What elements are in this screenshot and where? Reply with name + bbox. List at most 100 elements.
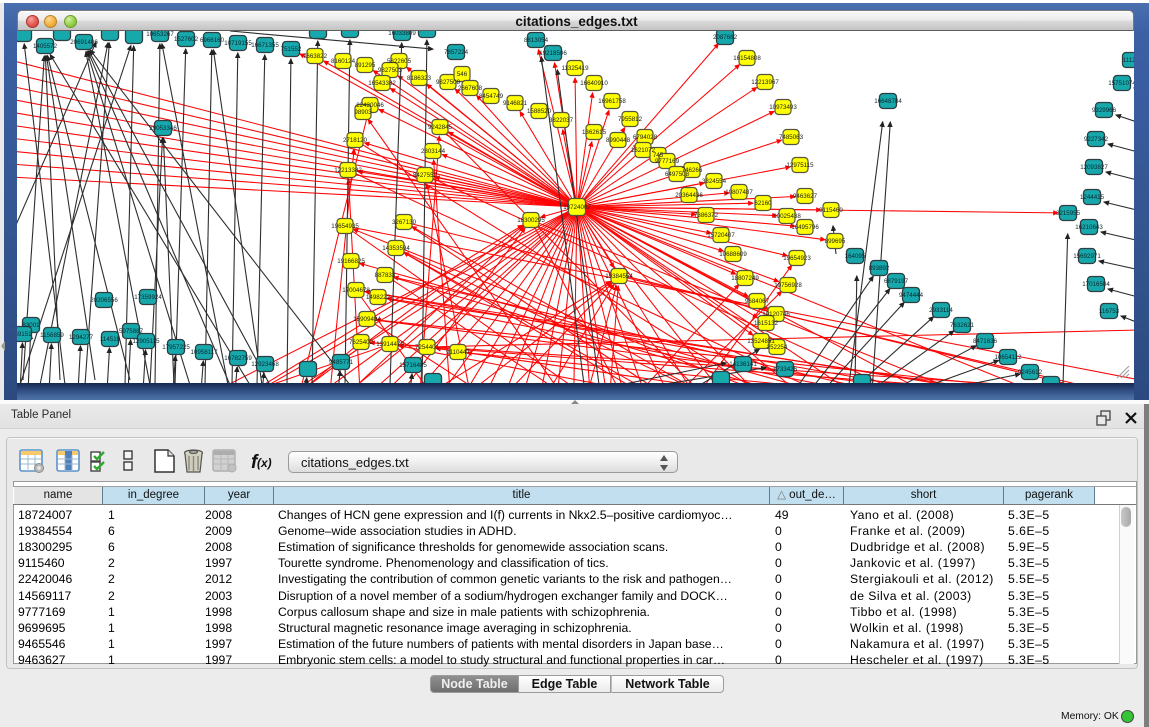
- svg-text:1733426: 1733426: [773, 366, 798, 373]
- svg-text:9115460: 9115460: [819, 207, 843, 214]
- svg-text:10025438: 10025438: [773, 213, 801, 220]
- svg-text:893892: 893892: [869, 265, 890, 272]
- svg-text:12093827: 12093827: [1080, 164, 1108, 171]
- svg-text:114519: 114519: [100, 336, 121, 343]
- svg-text:19654935: 19654935: [331, 223, 359, 230]
- svg-text:20691406: 20691406: [70, 39, 98, 46]
- svg-text:6794028: 6794028: [633, 134, 658, 141]
- svg-text:19166825: 19166825: [337, 258, 365, 265]
- svg-text:15692971: 15692971: [1073, 253, 1101, 260]
- svg-text:12213382: 12213382: [334, 167, 362, 174]
- svg-text:12213967: 12213967: [751, 79, 779, 86]
- svg-text:18724007: 18724007: [563, 204, 591, 211]
- svg-text:2803144: 2803144: [421, 148, 446, 155]
- svg-text:9110447: 9110447: [446, 349, 470, 356]
- svg-text:15716485: 15716485: [399, 362, 427, 369]
- svg-text:12975115: 12975115: [786, 162, 814, 169]
- svg-text:16033809: 16033809: [388, 31, 416, 37]
- svg-text:10719155: 10719155: [224, 40, 252, 47]
- svg-text:17016504: 17016504: [1082, 281, 1110, 288]
- svg-text:2933114: 2933114: [929, 307, 953, 314]
- svg-text:8990448: 8990448: [606, 137, 631, 144]
- svg-text:19654923: 19654923: [783, 255, 811, 262]
- svg-text:98903: 98903: [354, 109, 372, 116]
- svg-text:7254401: 7254401: [415, 344, 440, 351]
- svg-text:20206556: 20206556: [90, 297, 118, 304]
- svg-text:10756928: 10756928: [774, 282, 802, 289]
- svg-text:9245612: 9245612: [1018, 369, 1043, 376]
- svg-text:9777169: 9777169: [655, 158, 680, 165]
- svg-text:16210643: 16210643: [1075, 224, 1103, 231]
- svg-text:7955812: 7955812: [618, 116, 643, 123]
- svg-text:16640910: 16640910: [580, 80, 608, 87]
- svg-text:16543382: 16543382: [368, 80, 396, 87]
- svg-text:19384554: 19384554: [605, 273, 633, 280]
- svg-text:16782759: 16782759: [224, 355, 252, 362]
- svg-text:3267130: 3267130: [392, 219, 417, 226]
- svg-text:16495796: 16495796: [791, 224, 819, 231]
- svg-text:7386372: 7386372: [694, 212, 719, 219]
- svg-text:3215955: 3215955: [1056, 210, 1081, 217]
- svg-text:1527602: 1527602: [174, 36, 199, 43]
- svg-text:11123: 11123: [1123, 57, 1134, 64]
- svg-text:2718120: 2718120: [343, 137, 368, 144]
- svg-text:8427552: 8427552: [413, 172, 438, 179]
- svg-text:29053346: 29053346: [149, 125, 177, 132]
- svg-text:10653267: 10653267: [146, 31, 174, 38]
- svg-text:12905115: 12905115: [132, 338, 160, 345]
- svg-text:7632621: 7632621: [950, 322, 975, 329]
- svg-text:751552: 751552: [281, 46, 302, 53]
- svg-text:9242845: 9242845: [428, 124, 453, 131]
- svg-text:7625402: 7625402: [349, 339, 374, 346]
- svg-text:16671355: 16671355: [251, 42, 279, 49]
- svg-text:62160: 62160: [754, 200, 772, 207]
- svg-text:83001: 83001: [22, 322, 40, 329]
- svg-text:8160124: 8160124: [331, 58, 356, 65]
- svg-text:16961758: 16961758: [598, 98, 626, 105]
- svg-text:20364436: 20364436: [675, 192, 703, 199]
- svg-text:2087682: 2087682: [713, 34, 738, 41]
- svg-text:19218506: 19218506: [539, 50, 567, 57]
- svg-text:1498222: 1498222: [366, 294, 391, 301]
- svg-text:6879197: 6879197: [884, 278, 909, 285]
- svg-text:14353594: 14353594: [382, 245, 410, 252]
- svg-text:1362615: 1362615: [582, 129, 607, 136]
- svg-text:10120746: 10120746: [762, 311, 790, 318]
- svg-text:1405572: 1405572: [33, 43, 58, 50]
- svg-text:9827503: 9827503: [378, 67, 403, 74]
- svg-text:39151: 39151: [17, 331, 32, 338]
- svg-text:8813054: 8813054: [524, 37, 549, 44]
- svg-text:12923468: 12923468: [251, 361, 279, 368]
- svg-text:7663822: 7663822: [303, 53, 328, 60]
- svg-text:15751074: 15751074: [1108, 80, 1134, 87]
- svg-text:9227342: 9227342: [1084, 136, 1109, 143]
- svg-text:17004678: 17004678: [342, 287, 370, 294]
- svg-text:546: 546: [457, 71, 468, 78]
- svg-text:9463627: 9463627: [793, 193, 818, 200]
- svg-text:10958117: 10958117: [190, 349, 218, 356]
- svg-text:22420046: 22420046: [356, 102, 384, 109]
- svg-text:3824554: 3824554: [702, 178, 727, 185]
- svg-text:7857224: 7857224: [444, 49, 469, 56]
- svg-text:9146821: 9146821: [503, 100, 528, 107]
- svg-text:8186323: 8186323: [407, 75, 432, 82]
- svg-text:9474444: 9474444: [899, 292, 924, 299]
- svg-text:10654112: 10654112: [994, 354, 1022, 361]
- svg-text:891295: 891295: [355, 62, 376, 69]
- svg-text:3822037: 3822037: [549, 117, 574, 124]
- svg-text:11325419: 11325419: [561, 65, 589, 72]
- svg-text:10807487: 10807487: [725, 189, 753, 196]
- svg-text:10973493: 10973493: [769, 104, 797, 111]
- svg-text:17359924: 17359924: [134, 294, 162, 301]
- svg-text:8454749: 8454749: [479, 93, 504, 100]
- svg-text:1615132: 1615132: [754, 320, 779, 327]
- svg-text:10688609: 10688609: [719, 251, 747, 258]
- svg-text:1294277: 1294277: [69, 334, 94, 341]
- svg-text:252254: 252254: [767, 344, 788, 351]
- svg-text:6497508: 6497508: [665, 171, 690, 178]
- svg-text:899695: 899695: [825, 238, 846, 245]
- svg-text:14136141: 14136141: [729, 361, 757, 368]
- svg-text:1588520: 1588520: [527, 108, 552, 115]
- svg-text:9684067: 9684067: [745, 298, 770, 305]
- svg-text:15909484: 15909484: [353, 316, 381, 323]
